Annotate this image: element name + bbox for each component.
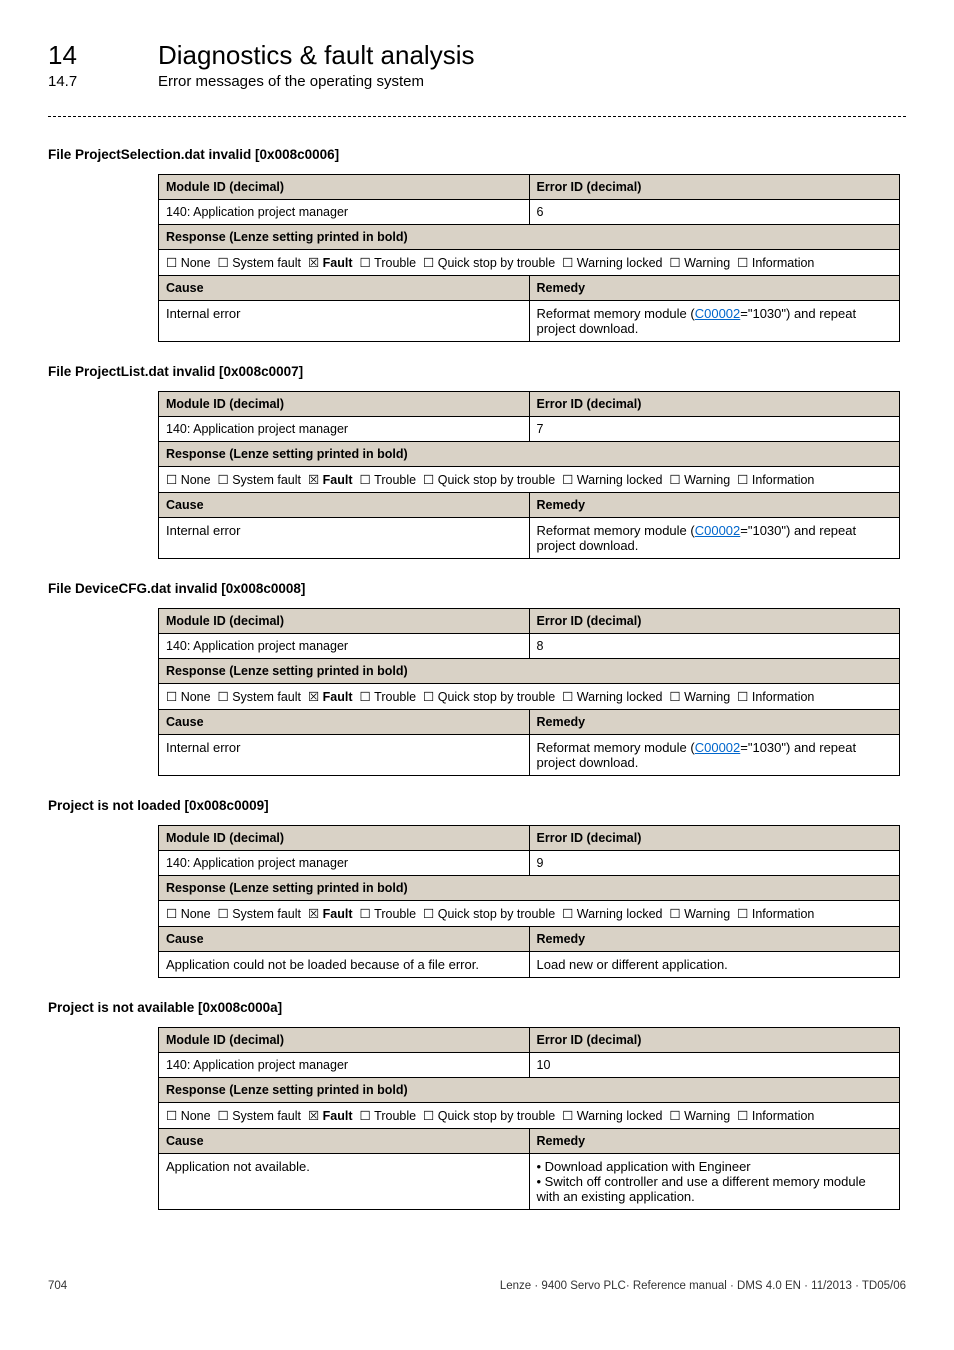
module-id-header: Module ID (decimal) xyxy=(159,609,530,634)
chapter-title: Diagnostics & fault analysis xyxy=(158,40,474,71)
error-table: Module ID (decimal) Error ID (decimal) 1… xyxy=(158,608,900,776)
remedy-value: Reformat memory module (C00002="1030") a… xyxy=(529,301,900,342)
cause-value: Internal error xyxy=(159,518,530,559)
error-title: File ProjectList.dat invalid [0x008c0007… xyxy=(48,364,906,379)
error-table: Module ID (decimal) Error ID (decimal) 1… xyxy=(158,391,900,559)
module-id-value: 140: Application project manager xyxy=(159,634,530,659)
chapter-number: 14 xyxy=(48,40,158,71)
section-title: Error messages of the operating system xyxy=(158,73,424,90)
remedy-header: Remedy xyxy=(529,276,900,301)
remedy-value: Load new or different application. xyxy=(529,952,900,978)
remedy-header: Remedy xyxy=(529,710,900,735)
remedy-value: Reformat memory module (C00002="1030") a… xyxy=(529,518,900,559)
error-id-value: 8 xyxy=(529,634,900,659)
cause-header: Cause xyxy=(159,1129,530,1154)
remedy-header: Remedy xyxy=(529,493,900,518)
cause-header: Cause xyxy=(159,710,530,735)
module-id-header: Module ID (decimal) xyxy=(159,392,530,417)
footer-page-number: 704 xyxy=(48,1280,67,1292)
error-table: Module ID (decimal) Error ID (decimal) 1… xyxy=(158,825,900,978)
code-link[interactable]: C00002 xyxy=(695,523,741,538)
error-id-header: Error ID (decimal) xyxy=(529,826,900,851)
cause-header: Cause xyxy=(159,927,530,952)
response-header: Response (Lenze setting printed in bold) xyxy=(159,442,900,467)
response-options: ☐ None ☐ System fault ☒ Fault ☐ Trouble … xyxy=(159,901,900,927)
cause-value: Internal error xyxy=(159,735,530,776)
response-options: ☐ None ☐ System fault ☒ Fault ☐ Trouble … xyxy=(159,467,900,493)
error-table: Module ID (decimal) Error ID (decimal) 1… xyxy=(158,1027,900,1210)
cause-value: Application could not be loaded because … xyxy=(159,952,530,978)
code-link[interactable]: C00002 xyxy=(695,740,741,755)
error-title: File DeviceCFG.dat invalid [0x008c0008] xyxy=(48,581,906,596)
error-title: Project is not available [0x008c000a] xyxy=(48,1000,906,1015)
module-id-header: Module ID (decimal) xyxy=(159,175,530,200)
error-id-header: Error ID (decimal) xyxy=(529,175,900,200)
response-header: Response (Lenze setting printed in bold) xyxy=(159,659,900,684)
module-id-header: Module ID (decimal) xyxy=(159,826,530,851)
response-options: ☐ None ☐ System fault ☒ Fault ☐ Trouble … xyxy=(159,684,900,710)
error-id-header: Error ID (decimal) xyxy=(529,1028,900,1053)
page-footer: 704 Lenze · 9400 Servo PLC· Reference ma… xyxy=(48,1280,906,1292)
code-link[interactable]: C00002 xyxy=(695,306,741,321)
error-id-value: 9 xyxy=(529,851,900,876)
response-header: Response (Lenze setting printed in bold) xyxy=(159,876,900,901)
section-number: 14.7 xyxy=(48,73,158,90)
module-id-value: 140: Application project manager xyxy=(159,851,530,876)
response-options: ☐ None ☐ System fault ☒ Fault ☐ Trouble … xyxy=(159,250,900,276)
module-id-header: Module ID (decimal) xyxy=(159,1028,530,1053)
error-table: Module ID (decimal) Error ID (decimal) 1… xyxy=(158,174,900,342)
module-id-value: 140: Application project manager xyxy=(159,417,530,442)
response-header: Response (Lenze setting printed in bold) xyxy=(159,225,900,250)
remedy-value: • Download application with Engineer • S… xyxy=(529,1154,900,1210)
cause-value: Internal error xyxy=(159,301,530,342)
remedy-value: Reformat memory module (C00002="1030") a… xyxy=(529,735,900,776)
module-id-value: 140: Application project manager xyxy=(159,200,530,225)
remedy-header: Remedy xyxy=(529,927,900,952)
error-id-header: Error ID (decimal) xyxy=(529,392,900,417)
response-options: ☐ None ☐ System fault ☒ Fault ☐ Trouble … xyxy=(159,1103,900,1129)
error-title: Project is not loaded [0x008c0009] xyxy=(48,798,906,813)
cause-header: Cause xyxy=(159,276,530,301)
error-id-value: 7 xyxy=(529,417,900,442)
remedy-header: Remedy xyxy=(529,1129,900,1154)
error-id-header: Error ID (decimal) xyxy=(529,609,900,634)
cause-header: Cause xyxy=(159,493,530,518)
cause-value: Application not available. xyxy=(159,1154,530,1210)
error-id-value: 10 xyxy=(529,1053,900,1078)
error-title: File ProjectSelection.dat invalid [0x008… xyxy=(48,147,906,162)
error-id-value: 6 xyxy=(529,200,900,225)
response-header: Response (Lenze setting printed in bold) xyxy=(159,1078,900,1103)
module-id-value: 140: Application project manager xyxy=(159,1053,530,1078)
footer-doc-info: Lenze · 9400 Servo PLC· Reference manual… xyxy=(500,1280,906,1292)
separator-rule xyxy=(48,116,906,117)
